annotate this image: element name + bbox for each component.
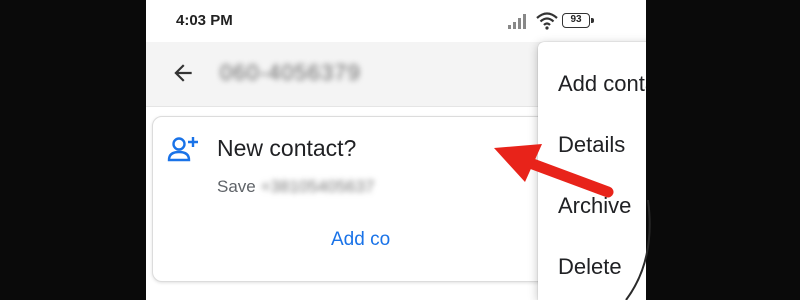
card-subtitle-prefix: Save (217, 177, 261, 196)
signal-icon (508, 14, 526, 29)
arrow-back-icon[interactable] (170, 60, 196, 86)
device-edge-curve (625, 200, 651, 300)
background-edge (646, 0, 800, 300)
phone-number-title: 060-4056379 (220, 60, 361, 85)
status-bar: 4:03 PM 93 (146, 0, 646, 42)
card-title: New contact? (217, 135, 357, 161)
add-contact-link[interactable]: Add co (331, 229, 390, 251)
status-time: 4:03 PM (176, 12, 233, 29)
card-subtitle: Save +38105405637 (217, 177, 374, 197)
card-subtitle-number: +38105405637 (260, 177, 375, 196)
annotation-arrow-icon (494, 144, 614, 198)
menu-item-add-contact[interactable]: Add contact (538, 59, 646, 109)
person-add-icon (167, 137, 198, 162)
battery-tip (591, 18, 594, 23)
battery-icon: 93 (562, 13, 590, 28)
wifi-icon (536, 12, 558, 30)
